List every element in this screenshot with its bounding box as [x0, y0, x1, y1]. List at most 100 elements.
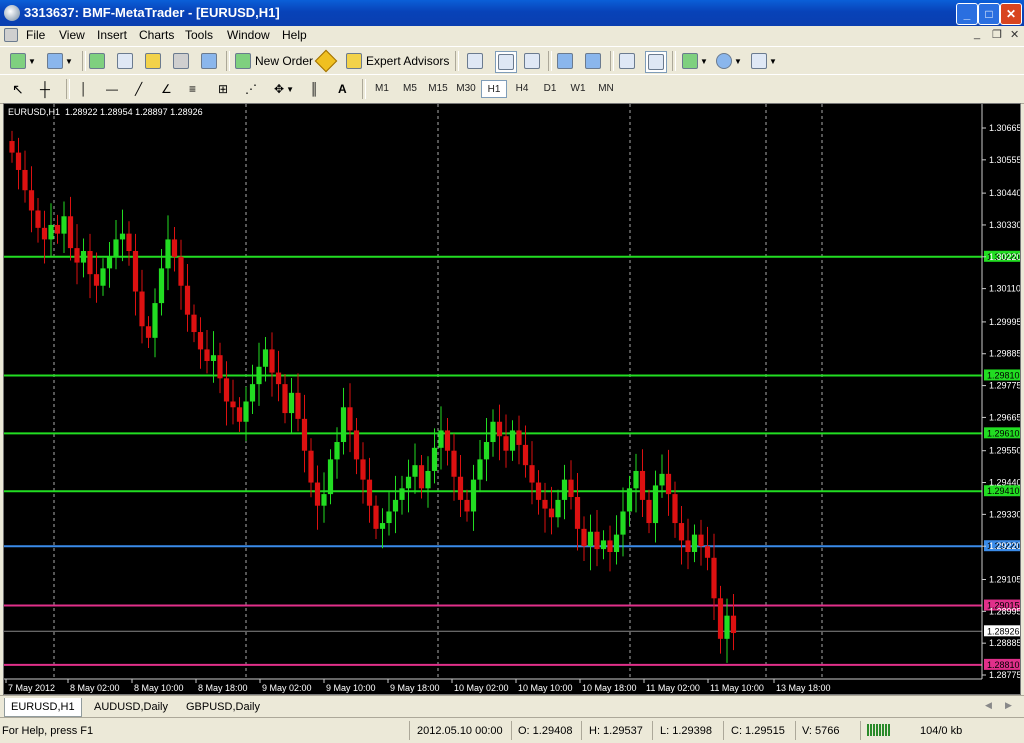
chart-window[interactable]: 1.30220 1.29810 1.29610 1.29410 1.29220 1.290…: [3, 103, 1021, 695]
signals-button[interactable]: [314, 49, 338, 73]
horizontal-line-button[interactable]: —: [106, 79, 118, 99]
navigator-button[interactable]: [145, 51, 161, 71]
candle-body: [275, 372, 282, 385]
crosshair-button[interactable]: ┼: [40, 79, 50, 99]
shapes-button[interactable]: ✥ ▼: [274, 79, 294, 99]
candle-body: [587, 531, 594, 547]
angle-trendline-button[interactable]: ∠: [161, 79, 172, 99]
close-button[interactable]: ✕: [1000, 3, 1022, 25]
document-icon[interactable]: [4, 28, 18, 42]
new-chart-button[interactable]: ▼: [10, 51, 36, 71]
menu-view[interactable]: View: [59, 28, 85, 42]
maximize-button[interactable]: □: [978, 3, 1000, 25]
auto-scroll-icon: [619, 53, 635, 69]
chart-shift-icon: [648, 54, 664, 70]
zoom-in-button[interactable]: [557, 51, 573, 71]
candle-body: [555, 499, 561, 518]
equidistant-channel-button[interactable]: ≡: [189, 79, 196, 99]
menu-insert[interactable]: Insert: [97, 28, 127, 42]
price-tick-label: 1.28995: [989, 606, 1020, 616]
tab-eurusd-h1[interactable]: EURUSD,H1: [4, 698, 82, 717]
menu-window[interactable]: Window: [227, 28, 270, 42]
candle-body: [22, 169, 28, 191]
data-window-button[interactable]: [117, 51, 133, 71]
candle-body: [412, 465, 418, 477]
candle-body: [106, 256, 113, 269]
candle-body: [340, 407, 347, 443]
tab-scroll-left-icon[interactable]: ◀: [985, 700, 992, 711]
line-chart-button[interactable]: [524, 51, 540, 71]
tf-mn[interactable]: MN: [593, 80, 619, 98]
mdi-close-button[interactable]: ✕: [1010, 28, 1019, 41]
mdi-restore-button[interactable]: ❐: [992, 28, 1002, 41]
price-chart[interactable]: 1.302201.298101.296101.294101.292201.290…: [4, 104, 1020, 694]
period-separators-button[interactable]: ║: [310, 79, 319, 99]
zoom-out-button[interactable]: [585, 51, 601, 71]
market-watch-button[interactable]: [89, 51, 105, 71]
fibo-fan-button[interactable]: ⋰: [245, 79, 257, 99]
candle-body: [704, 546, 711, 558]
candle-body: [61, 216, 67, 234]
tf-m30[interactable]: M30: [453, 80, 479, 98]
candle-body: [308, 450, 314, 483]
horizontal-line-icon: —: [106, 82, 118, 96]
menu-file[interactable]: File: [26, 28, 45, 42]
candle-body: [379, 523, 386, 529]
cursor-button[interactable]: ↖: [12, 79, 24, 99]
trendline-button[interactable]: ╱: [135, 79, 142, 99]
candle-body: [698, 534, 704, 547]
candle-body: [711, 557, 717, 599]
tf-m1[interactable]: M1: [369, 80, 395, 98]
profiles-button[interactable]: ▼: [47, 51, 73, 71]
chart-shift-button[interactable]: [645, 51, 667, 73]
tf-m5[interactable]: M5: [397, 80, 423, 98]
price-tick-label: 1.29885: [989, 349, 1020, 359]
menu-charts[interactable]: Charts: [139, 28, 174, 42]
auto-scroll-button[interactable]: [619, 51, 635, 71]
tf-h4[interactable]: H4: [509, 80, 535, 98]
menu-tools[interactable]: Tools: [185, 28, 213, 42]
candle-body: [652, 485, 659, 524]
candlesticks-button[interactable]: [495, 51, 517, 73]
tab-audusd-daily[interactable]: AUDUSD,Daily: [88, 698, 174, 716]
candle-body: [230, 401, 236, 408]
terminal-icon: [173, 53, 189, 69]
candle-body: [444, 430, 451, 451]
vertical-line-button[interactable]: │: [80, 79, 88, 99]
candle-body: [321, 494, 327, 506]
text-button[interactable]: A: [338, 79, 347, 99]
candle-body: [314, 482, 321, 506]
candle-body: [243, 401, 249, 422]
candle-body: [620, 511, 626, 535]
indicators-button[interactable]: ▼: [682, 51, 708, 71]
tester-button[interactable]: [201, 51, 217, 71]
tf-m15[interactable]: M15: [425, 80, 451, 98]
new-order-button[interactable]: New Order: [235, 51, 313, 71]
expert-advisors-button[interactable]: Expert Advisors: [346, 51, 449, 71]
channel-icon: ≡: [189, 82, 197, 96]
minimize-button[interactable]: _: [956, 3, 978, 25]
candle-body: [483, 442, 490, 460]
status-help: For Help, press F1: [2, 725, 94, 737]
templates-button[interactable]: ▼: [751, 51, 777, 71]
bar-chart-button[interactable]: [467, 51, 483, 71]
tf-w1[interactable]: W1: [565, 80, 591, 98]
candle-body: [496, 421, 503, 437]
app-icon: [4, 5, 20, 21]
level-price-label: 1.29610: [987, 428, 1020, 438]
candle-body: [301, 418, 308, 451]
tf-h1[interactable]: H1: [481, 80, 507, 98]
mdi-minimize-button[interactable]: _: [974, 28, 980, 40]
standard-toolbar: ▼ ▼ New Order Expert Advisors ▼ ▼ ▼: [0, 46, 1024, 76]
menu-help[interactable]: Help: [282, 28, 307, 42]
navigator-icon: [145, 53, 161, 69]
tab-gbpusd-daily[interactable]: GBPUSD,Daily: [180, 698, 266, 716]
periods-button[interactable]: ▼: [716, 51, 742, 71]
tab-scroll-right-icon[interactable]: ▶: [1005, 700, 1012, 711]
tf-d1[interactable]: D1: [537, 80, 563, 98]
terminal-button[interactable]: [173, 51, 189, 71]
status-open: O: 1.29408: [518, 725, 573, 737]
fibonacci-button[interactable]: ⊞: [218, 79, 228, 99]
candle-body: [132, 251, 139, 292]
candle-body: [353, 430, 360, 460]
